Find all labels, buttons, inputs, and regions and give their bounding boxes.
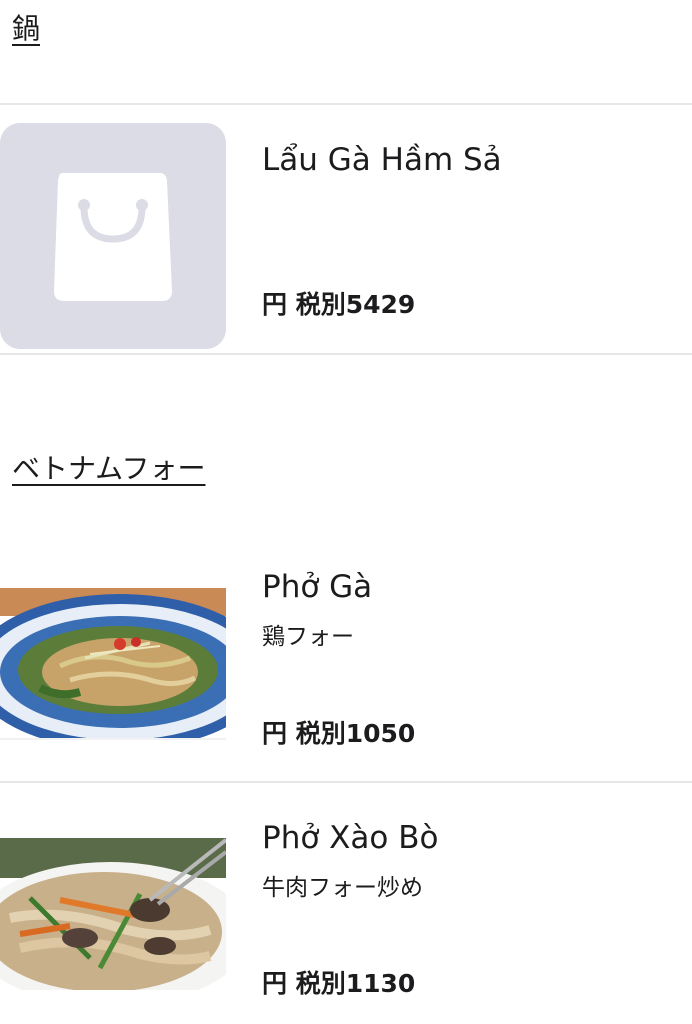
stir-fried-beef-pho-photo <box>0 838 226 990</box>
item-price: 円 税別1050 <box>262 719 416 748</box>
shopping-bag-placeholder-icon <box>54 173 172 301</box>
item-description: 牛肉フォー炒め <box>262 875 423 901</box>
item-description: 鶏フォー <box>262 624 354 650</box>
section-title-nabe: 鍋 <box>12 12 41 45</box>
item-image <box>0 588 226 740</box>
menu-item-pho-ga[interactable]: Phở Gà 鶏フォー 円 税別1050 <box>0 560 692 780</box>
item-image <box>0 838 226 990</box>
menu-item-lau-ga-ham-sa[interactable]: Lẩu Gà Hầm Sả 円 税別5429 <box>0 105 692 355</box>
section-title-vietnam-pho: ベトナムフォー <box>12 452 206 485</box>
chicken-pho-photo <box>0 588 226 740</box>
divider <box>0 353 692 355</box>
item-name: Phở Gà <box>262 569 373 605</box>
item-price: 円 税別5429 <box>262 290 416 319</box>
menu-item-pho-xao-bo[interactable]: Phở Xào Bò 牛肉フォー炒め 円 税別1130 <box>0 783 692 1024</box>
item-name: Lẩu Gà Hầm Sả <box>262 142 502 178</box>
item-image-placeholder <box>0 123 226 349</box>
item-name: Phở Xào Bò <box>262 820 439 856</box>
item-price: 円 税別1130 <box>262 969 416 998</box>
